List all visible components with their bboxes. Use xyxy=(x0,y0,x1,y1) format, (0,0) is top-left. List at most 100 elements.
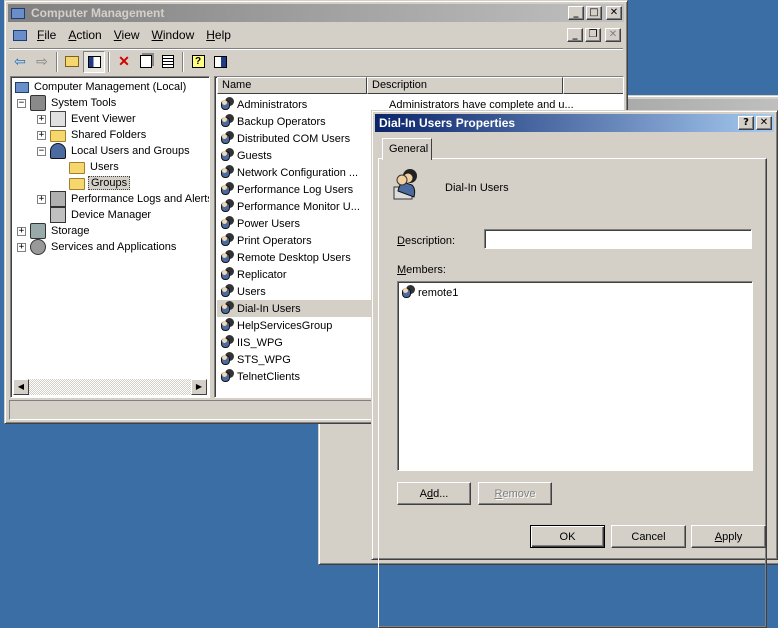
group-name: Guests xyxy=(237,149,272,162)
tree-item-performance-logs[interactable]: + Performance Logs and Alerts xyxy=(37,191,209,207)
add-button[interactable]: Add... xyxy=(397,482,471,505)
expand-icon[interactable]: + xyxy=(17,242,26,252)
remove-button[interactable]: Remove xyxy=(478,482,552,505)
group-name: HelpServicesGroup xyxy=(237,319,333,332)
group-icon xyxy=(220,233,235,248)
expand-icon[interactable]: + xyxy=(37,194,46,204)
dialog-close-button[interactable]: ✕ xyxy=(756,116,772,130)
child-restore-button[interactable]: ❐ xyxy=(585,28,601,42)
group-name: STS_WPG xyxy=(237,353,291,366)
tree-item-shared-folders[interactable]: + Shared Folders xyxy=(37,127,148,143)
group-icon xyxy=(220,148,235,163)
group-name: Backup Operators xyxy=(237,115,326,128)
members-list[interactable]: remote1 xyxy=(397,281,753,471)
tree-item-system-tools[interactable]: − System Tools xyxy=(17,95,118,111)
tree-item-event-viewer[interactable]: + Event Viewer xyxy=(37,111,138,127)
group-name: Replicator xyxy=(237,268,287,281)
tree-item-groups[interactable]: Groups xyxy=(69,175,131,191)
column-header-name[interactable]: Name xyxy=(217,77,367,94)
cancel-button[interactable]: Cancel xyxy=(611,525,686,548)
tree-item-services-and-applications[interactable]: + Services and Applications xyxy=(17,239,178,255)
tree-item-local-users-and-groups[interactable]: − Local Users and Groups xyxy=(37,143,192,159)
minimize-button[interactable]: _ xyxy=(568,6,584,20)
main-window-title: Computer Management xyxy=(31,6,165,20)
back-icon[interactable]: ⇦ xyxy=(9,51,31,73)
members-label: Members: xyxy=(397,264,446,276)
group-name: Performance Log Users xyxy=(237,183,354,196)
group-icon xyxy=(220,335,235,350)
folder-icon xyxy=(50,130,66,142)
expand-icon[interactable]: + xyxy=(17,226,26,236)
open-folder-icon xyxy=(69,178,85,190)
group-icon xyxy=(220,318,235,333)
context-help-button[interactable]: ? xyxy=(738,116,754,130)
dialog-titlebar[interactable]: Dial-In Users Properties ? ✕ xyxy=(375,114,774,132)
child-close-button[interactable]: ✕ xyxy=(605,28,621,42)
scroll-left-icon[interactable]: ◀ xyxy=(13,379,29,395)
group-name: Distributed COM Users xyxy=(237,132,351,145)
group-icon xyxy=(220,97,235,112)
apply-button[interactable]: Apply xyxy=(691,525,766,548)
main-titlebar[interactable]: Computer Management _ □ ✕ xyxy=(8,4,624,22)
group-icon xyxy=(220,165,235,180)
group-icon xyxy=(220,131,235,146)
group-icon xyxy=(220,352,235,367)
menu-view[interactable]: View xyxy=(108,28,146,42)
member-item[interactable]: remote1 xyxy=(401,284,458,301)
device-manager-icon xyxy=(50,207,66,223)
group-description: Administrators have complete and u... xyxy=(389,98,574,111)
toolbar: ⇦ ⇨ ✕ ? xyxy=(9,48,623,74)
tree-horizontal-scrollbar[interactable]: ◀ ▶ xyxy=(13,379,207,395)
group-name: Remote Desktop Users xyxy=(237,251,351,264)
menu-action[interactable]: Action xyxy=(62,28,107,42)
tree-item-users[interactable]: Users xyxy=(69,159,121,175)
delete-icon[interactable]: ✕ xyxy=(113,51,135,73)
description-input[interactable] xyxy=(484,229,752,249)
maximize-button[interactable]: □ xyxy=(586,6,602,20)
properties-icon[interactable] xyxy=(135,51,157,73)
services-icon xyxy=(30,239,46,255)
group-icon xyxy=(220,369,235,384)
console-tree-pane[interactable]: Computer Management (Local) − System Too… xyxy=(10,76,210,398)
expand-icon[interactable]: + xyxy=(37,130,46,140)
group-name: IIS_WPG xyxy=(237,336,283,349)
help-icon[interactable]: ? xyxy=(187,51,209,73)
menu-window[interactable]: Window xyxy=(146,28,201,42)
group-icon xyxy=(390,167,426,203)
storage-icon xyxy=(30,223,46,239)
scroll-right-icon[interactable]: ▶ xyxy=(191,379,207,395)
group-name: Network Configuration ... xyxy=(237,166,359,179)
export-list-icon[interactable] xyxy=(157,51,179,73)
tree-item-storage[interactable]: + Storage xyxy=(17,223,92,239)
group-name: Dial-In Users xyxy=(237,302,301,315)
computer-icon xyxy=(15,81,29,93)
group-name: Users xyxy=(237,285,266,298)
menu-bar: File Action View Window Help _ ❐ ✕ xyxy=(9,25,623,45)
tab-general[interactable]: General xyxy=(382,138,432,160)
forward-icon[interactable]: ⇨ xyxy=(31,51,53,73)
expand-icon[interactable]: + xyxy=(37,114,46,124)
system-menu-icon[interactable] xyxy=(13,29,27,41)
menu-help[interactable]: Help xyxy=(200,28,237,42)
group-icon xyxy=(220,199,235,214)
group-name: Performance Monitor U... xyxy=(237,200,360,213)
menu-file[interactable]: File xyxy=(31,28,62,42)
up-folder-icon[interactable] xyxy=(61,51,83,73)
child-minimize-button[interactable]: _ xyxy=(567,28,583,42)
user-icon xyxy=(401,285,416,300)
collapse-icon[interactable]: − xyxy=(17,98,26,108)
group-name: Power Users xyxy=(237,217,300,230)
group-icon xyxy=(220,267,235,282)
collapse-icon[interactable]: − xyxy=(37,146,46,156)
ok-button[interactable]: OK xyxy=(530,525,605,548)
tree-item-device-manager[interactable]: Device Manager xyxy=(50,207,153,223)
column-header-description[interactable]: Description xyxy=(367,77,563,94)
action-pane-icon[interactable] xyxy=(209,51,231,73)
group-icon xyxy=(220,216,235,231)
group-icon xyxy=(220,114,235,129)
tools-icon xyxy=(30,95,46,111)
group-icon xyxy=(220,301,235,316)
show-hide-tree-icon[interactable] xyxy=(83,50,105,73)
close-button[interactable]: ✕ xyxy=(606,6,622,20)
tree-item-computer-management[interactable]: Computer Management (Local) xyxy=(15,79,188,95)
